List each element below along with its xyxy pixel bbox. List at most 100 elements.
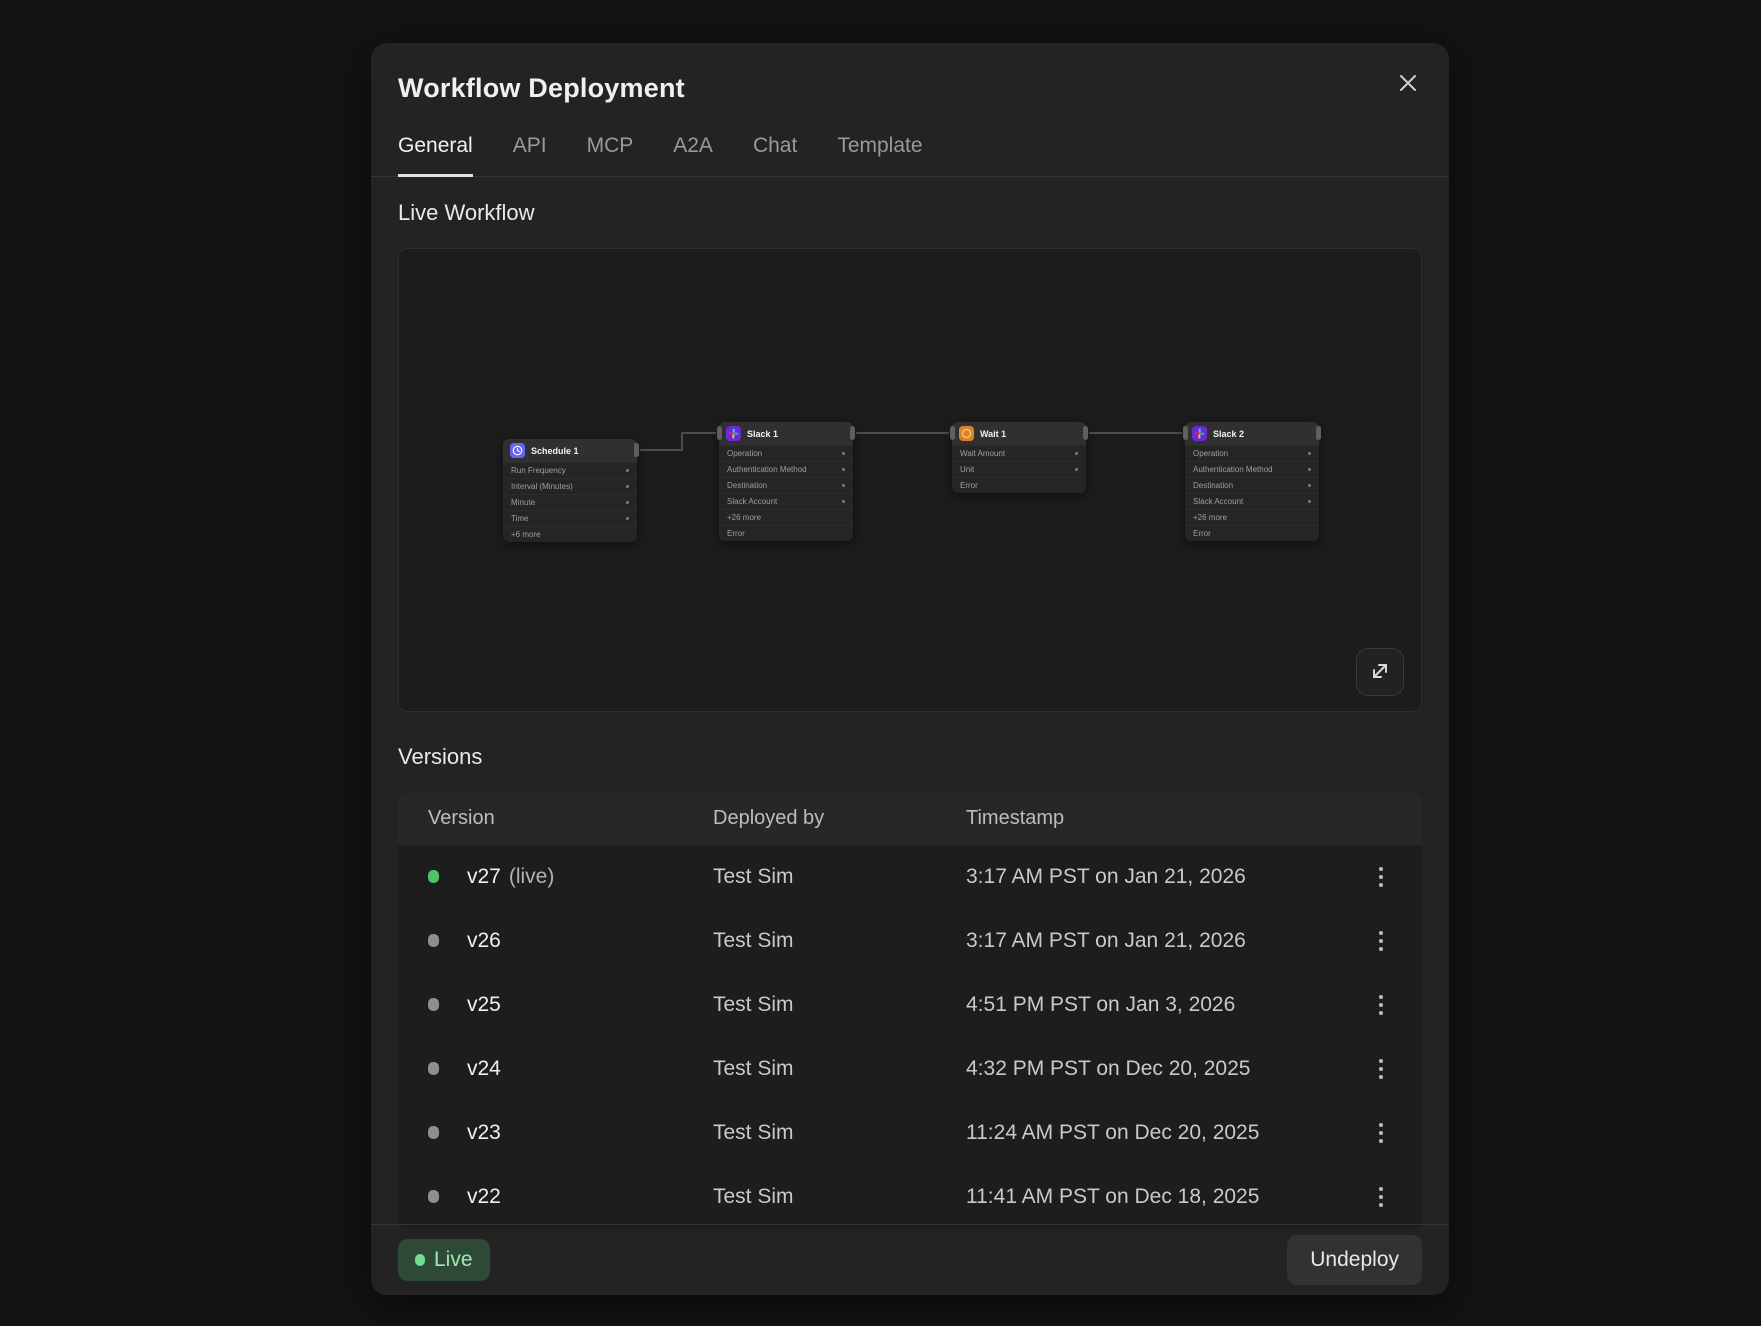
field-handle-icon [842,484,845,487]
row-menu-button[interactable] [1364,1116,1398,1150]
kebab-icon [1379,1123,1383,1143]
node-field-label: Unit [960,465,974,474]
node-field: Authentication Method [719,461,853,477]
workflow-preview-canvas[interactable]: Schedule 1Run FrequencyInterval (Minutes… [398,248,1422,712]
node-port-left[interactable] [717,426,722,440]
row-menu-button[interactable] [1364,860,1398,894]
node-field-label: Authentication Method [727,465,807,474]
versions-heading: Versions [398,744,1422,770]
tab-api[interactable]: API [513,134,547,177]
timestamp-cell: 3:17 AM PST on Jan 21, 2026 [966,929,1358,953]
node-port-left[interactable] [1183,426,1188,440]
tab-template[interactable]: Template [837,134,922,177]
version-dot-icon [428,998,439,1011]
node-header: Wait 1 [952,422,1086,445]
table-row[interactable]: v23Test Sim11:24 AM PST on Dec 20, 2025 [398,1101,1422,1165]
node-field: Time [503,510,637,526]
timer-icon [959,426,974,441]
deployed-by-cell: Test Sim [713,993,966,1017]
node-field: +26 more [719,509,853,525]
version-live-suffix: (live) [509,865,555,888]
row-menu-button[interactable] [1364,1180,1398,1214]
column-header-timestamp: Timestamp [966,807,1358,830]
timestamp-cell: 11:41 AM PST on Dec 18, 2025 [966,1185,1358,1209]
field-handle-icon [1308,452,1311,455]
node-field-label: Run Frequency [511,466,566,475]
node-port-right[interactable] [850,426,855,440]
node-field-label: Authentication Method [1193,465,1273,474]
version-dot-cell [428,865,467,889]
row-actions-cell [1358,1052,1422,1086]
version-label: v26 [467,929,501,952]
tab-mcp[interactable]: MCP [587,134,634,177]
version-dot-cell [428,1121,467,1145]
workflow-node-schedule-1[interactable]: Schedule 1Run FrequencyInterval (Minutes… [503,439,637,542]
timestamp-cell: 4:32 PM PST on Dec 20, 2025 [966,1057,1358,1081]
deployed-by-cell: Test Sim [713,1185,966,1209]
node-field: Wait Amount [952,445,1086,461]
undeploy-button[interactable]: Undeploy [1287,1235,1422,1285]
tab-general[interactable]: General [398,134,473,177]
version-dot-icon [428,1190,439,1203]
expand-icon [1369,660,1391,685]
row-menu-button[interactable] [1364,924,1398,958]
field-handle-icon [626,517,629,520]
node-field-label: Time [511,514,528,523]
row-menu-button[interactable] [1364,988,1398,1022]
node-field-label: Slack Account [727,497,777,506]
node-field-label: Error [727,529,745,538]
node-title: Wait 1 [980,429,1006,439]
version-label: v23 [467,1121,501,1144]
node-field-label: Destination [1193,481,1233,490]
workflow-node-wait-1[interactable]: Wait 1Wait AmountUnitError [952,422,1086,493]
field-handle-icon [626,485,629,488]
workflow-node-slack-1[interactable]: Slack 1OperationAuthentication MethodDes… [719,422,853,541]
timestamp-cell: 4:51 PM PST on Jan 3, 2026 [966,993,1358,1017]
version-dot-icon [428,1062,439,1075]
node-field: Operation [1185,445,1319,461]
kebab-icon [1379,867,1383,887]
table-row[interactable]: v27(live)Test Sim3:17 AM PST on Jan 21, … [398,845,1422,909]
expand-preview-button[interactable] [1356,648,1404,696]
node-field: Error [1185,525,1319,541]
workflow-node-slack-2[interactable]: Slack 2Operation Authentication Method Des… [1185,422,1319,541]
tab-a2a[interactable]: A2A [673,134,713,177]
clock-icon [510,443,525,458]
field-handle-icon [626,501,629,504]
node-field: Error [719,525,853,541]
node-port-right[interactable] [1083,426,1088,440]
node-header: Schedule 1 [503,439,637,462]
versions-table: VersionDeployed byTimestamp v27 (live) Tes… [398,792,1422,1229]
slack-icon [726,426,741,441]
field-handle-icon [1308,484,1311,487]
table-row[interactable]: v26Test Sim3:17 AM PST on Jan 21, 2026 [398,909,1422,973]
table-row[interactable]: v25 Test Sim4:51 PM PST on Jan 3, 2026 [398,973,1422,1037]
kebab-icon [1379,995,1383,1015]
version-cell: v27 (live) [467,865,713,889]
node-title: Schedule 1 [531,446,579,456]
workflow-deployment-modal: Workflow Deployment General API MCP A2A Chat… [371,43,1449,1295]
close-icon [1396,71,1420,98]
version-cell: v23 [467,1121,713,1145]
version-label: v27 [467,865,501,888]
node-header: Slack 2 [1185,422,1319,445]
versions-table-header: VersionDeployed byTimestamp [398,792,1422,845]
tab-chat[interactable]: Chat [753,134,797,177]
close-button[interactable] [1393,69,1423,99]
field-handle-icon [1308,500,1311,503]
modal-title: Workflow Deployment [398,73,1422,104]
field-handle-icon [842,452,845,455]
table-row[interactable]: v22Test Sim11:41 AM PST on Dec 18, 2025 [398,1165,1422,1229]
row-menu-button[interactable] [1364,1052,1398,1086]
version-label: v25 [467,993,501,1016]
node-port-right[interactable] [634,443,639,457]
node-field-label: +26 more [1193,513,1227,522]
node-header: Slack 1 [719,422,853,445]
node-port-right[interactable] [1316,426,1321,440]
live-version-dot-icon [428,870,439,883]
modal-footer: Live Undeploy [371,1224,1449,1295]
table-row[interactable]: v24Test Sim4:32 PM PST on Dec 20, 2025 [398,1037,1422,1101]
node-field: Slack Account [1185,493,1319,509]
node-field-label: Minute [511,498,535,507]
node-port-left[interactable] [950,426,955,440]
